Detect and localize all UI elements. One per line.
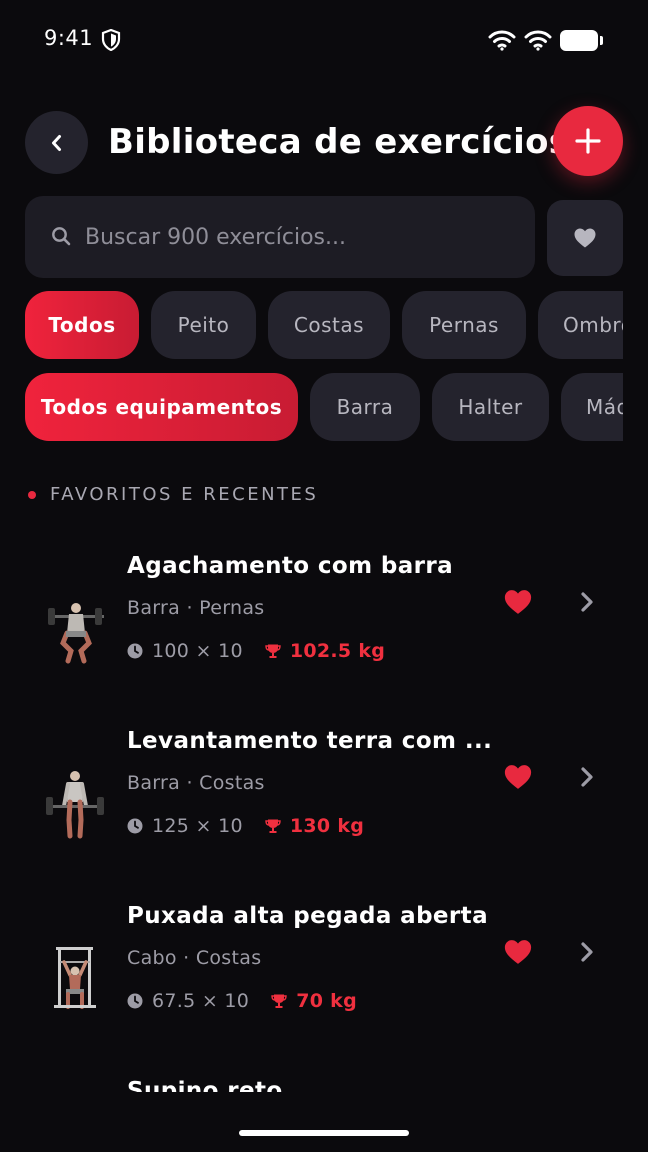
trophy-icon xyxy=(271,994,287,1008)
exercise-name: Puxada alta pegada aberta xyxy=(127,903,488,929)
section-header: FAVORITOS E RECENTES xyxy=(28,484,318,505)
exercise-stats: 100 × 10 102.5 kg xyxy=(127,639,385,663)
open-exercise-button[interactable] xyxy=(574,587,600,617)
chevron-right-icon xyxy=(581,767,593,787)
chip-muscle-ombros[interactable]: Ombros xyxy=(538,291,623,359)
home-indicator xyxy=(239,1130,409,1136)
chip-equipment-barra[interactable]: Barra xyxy=(310,373,420,441)
exercise-thumbnail xyxy=(42,943,108,1015)
heart-filled-icon xyxy=(504,765,532,789)
exercise-row[interactable]: Levantamento terra com ... Barra · Costa… xyxy=(0,728,648,878)
plus-icon xyxy=(575,128,601,154)
exercise-name: Agachamento com barra xyxy=(127,553,454,579)
back-button[interactable] xyxy=(25,111,88,174)
exercise-stats: 125 × 10 130 kg xyxy=(127,814,364,838)
exercise-name: Levantamento terra com ... xyxy=(127,728,493,754)
exercise-thumbnail xyxy=(42,593,108,665)
chevron-right-icon xyxy=(581,942,593,962)
status-bar: 9:41 xyxy=(0,0,648,80)
status-time: 9:41 xyxy=(44,26,94,50)
section-dot xyxy=(28,490,36,499)
exercise-library-screen: 9:41 Biblioteca de exercícios TodosPeit xyxy=(0,0,648,1152)
exercise-meta: Barra · Costas xyxy=(127,772,265,794)
personal-record: 102.5 kg xyxy=(289,640,386,662)
equipment-filter-row: Todos equipamentosBarraHalterMáquina xyxy=(25,373,623,443)
exercise-row[interactable]: Supino reto xyxy=(0,1078,648,1092)
chip-equipment-all[interactable]: Todos equipamentos xyxy=(25,373,298,441)
chip-muscle-costas[interactable]: Costas xyxy=(268,291,390,359)
last-set: 100 × 10 xyxy=(152,640,243,662)
add-exercise-button[interactable] xyxy=(553,106,623,176)
search-bar xyxy=(25,196,535,278)
muscle-filter-row: TodosPeitoCostasPernasOmbros xyxy=(25,291,623,361)
personal-record: 130 kg xyxy=(289,815,365,837)
heart-filled-icon xyxy=(504,590,532,614)
exercise-stats: 67.5 × 10 70 kg xyxy=(127,989,357,1013)
chip-muscle-pernas[interactable]: Pernas xyxy=(402,291,526,359)
section-title: FAVORITOS E RECENTES xyxy=(50,484,319,505)
search-input[interactable] xyxy=(85,196,515,278)
favorite-toggle[interactable] xyxy=(503,937,533,967)
trophy-icon xyxy=(265,819,281,833)
header: Biblioteca de exercícios xyxy=(0,106,648,182)
heart-filled-icon xyxy=(504,940,532,964)
clock-icon xyxy=(127,643,143,659)
chevron-right-icon xyxy=(581,592,593,612)
wifi-icon xyxy=(488,29,516,55)
favorite-toggle[interactable] xyxy=(503,762,533,792)
exercise-name: Supino reto xyxy=(127,1078,283,1092)
chevron-left-icon xyxy=(51,134,61,151)
signal-icon xyxy=(524,29,552,55)
trophy-icon xyxy=(265,644,281,658)
exercise-meta: Cabo · Costas xyxy=(127,947,262,969)
clock-icon xyxy=(127,818,143,834)
exercise-meta: Barra · Pernas xyxy=(127,597,265,619)
page-title: Biblioteca de exercícios xyxy=(108,122,570,162)
battery-icon xyxy=(560,30,603,51)
last-set: 125 × 10 xyxy=(152,815,243,837)
heart-icon xyxy=(574,228,596,248)
clock-icon xyxy=(127,993,143,1009)
chip-equipment-maquina[interactable]: Máquina xyxy=(561,373,623,441)
exercise-row[interactable]: Puxada alta pegada aberta Cabo · Costas … xyxy=(0,903,648,1053)
favorites-filter-button[interactable] xyxy=(547,200,623,276)
exercise-thumbnail xyxy=(42,768,108,840)
shield-icon xyxy=(101,28,121,55)
open-exercise-button[interactable] xyxy=(574,937,600,967)
chip-equipment-halter[interactable]: Halter xyxy=(432,373,549,441)
chip-muscle-all[interactable]: Todos xyxy=(25,291,139,359)
open-exercise-button[interactable] xyxy=(574,762,600,792)
chip-muscle-peito[interactable]: Peito xyxy=(151,291,256,359)
personal-record: 70 kg xyxy=(296,990,357,1012)
favorite-toggle[interactable] xyxy=(503,587,533,617)
last-set: 67.5 × 10 xyxy=(152,990,250,1012)
search-icon xyxy=(51,226,71,250)
exercise-row[interactable]: Agachamento com barra Barra · Pernas 100… xyxy=(0,553,648,703)
